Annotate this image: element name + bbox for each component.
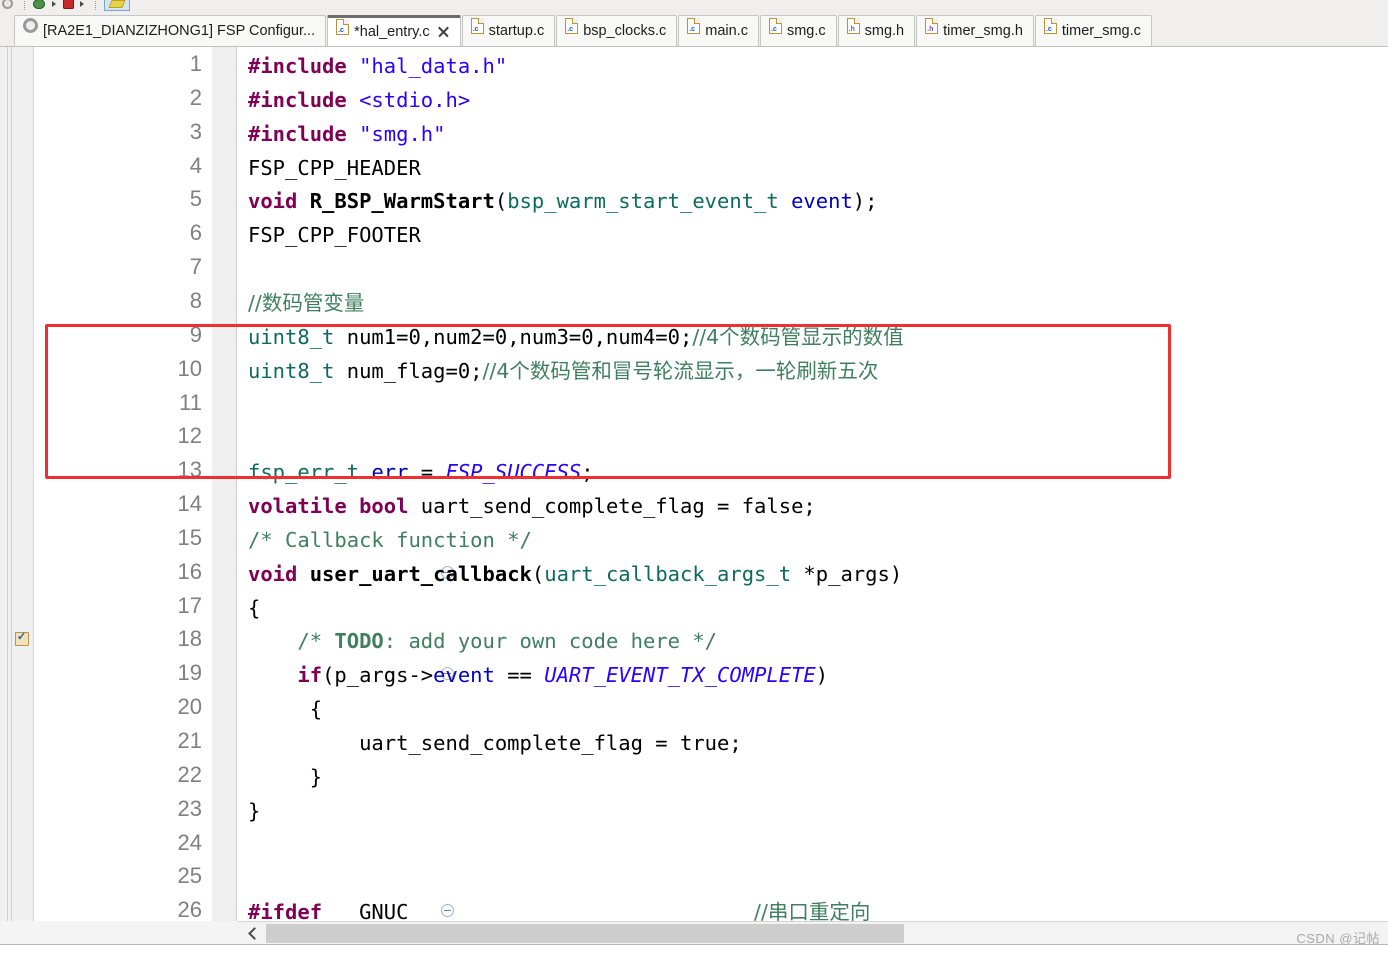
editor-tab-hal_entry.c[interactable]: *hal_entry.c [327,15,461,46]
code-line[interactable]: #include <stdio.h> [248,87,470,113]
line-number: 10 [177,355,202,381]
editor-tab-label: bsp_clocks.c [583,23,667,39]
code-line[interactable]: FSP_CPP_HEADER [248,155,421,181]
line-number: 26 [177,897,202,923]
line-number: 2 [189,84,202,110]
code-line[interactable]: #include "smg.h" [248,121,446,147]
line-number: 14 [177,491,202,517]
line-number: 7 [189,254,202,280]
code-line[interactable]: /* Callback function */ [248,527,532,553]
run-stop-icon[interactable] [62,0,74,10]
c-file-icon [336,17,350,45]
h-file-icon [846,15,860,45]
line-number: 16 [177,558,202,584]
editor-tab-label: [RA2E1_DIANZIZHONG1] FSP Configur... [43,23,316,39]
c-file-icon [565,15,579,45]
code-editor[interactable]: 1234567891011121314151617181920212223242… [0,46,1388,923]
highlight-pen-icon[interactable] [104,0,131,12]
code-line[interactable]: uint8_t num1=0,num2=0,num3=0,num4=0;//4个… [248,324,904,350]
code-line[interactable]: { [248,696,322,722]
line-number: 22 [177,761,202,787]
code-line[interactable]: #include "hal_data.h" [248,53,507,79]
c-file-icon [768,15,782,45]
code-folding-column[interactable] [212,47,454,921]
editor-tab-timer_smg.c[interactable]: timer_smg.c [1034,15,1152,46]
gear-icon [23,15,38,45]
line-number: 9 [189,321,202,347]
editor-tab-ra2e1_dianzizhong1fspconfigur...[interactable]: [RA2E1_DIANZIZHONG1] FSP Configur... [14,15,327,46]
editor-tab-bar: [RA2E1_DIANZIZHONG1] FSP Configur... *hal… [0,15,1388,46]
line-number: 19 [177,660,202,686]
editor-tab-bsp_clocks.c[interactable]: bsp_clocks.c [556,15,678,46]
code-line[interactable]: volatile bool uart_send_complete_flag = … [248,493,816,519]
code-line[interactable]: void user_uart_callback(uart_callback_ar… [248,561,902,587]
code-line[interactable]: fsp_err_t err = FSP_SUCCESS; [248,459,594,485]
line-number: 3 [189,118,202,144]
chevron-left-icon[interactable] [244,925,260,942]
gear-icon[interactable] [2,0,13,10]
line-number: 21 [177,728,202,753]
editor-tab-smg.h[interactable]: smg.h [837,15,916,46]
toolbar-separator [94,0,97,10]
line-number: 24 [177,829,202,855]
code-line[interactable]: uart_send_complete_flag = true; [248,730,742,756]
chevron-down-icon[interactable] [51,0,56,7]
line-number: 8 [189,287,202,313]
editor-tab-smg.c[interactable]: smg.c [759,15,837,46]
line-number: 25 [177,863,202,889]
line-number: 13 [177,457,202,483]
editor-tab-label: smg.h [864,23,905,39]
close-icon[interactable] [437,25,450,38]
editor-tab-label: *hal_entry.c [354,24,430,40]
toolbar-separator [23,0,26,10]
code-line[interactable]: if(p_args->event == UART_EVENT_TX_COMPLE… [248,662,828,688]
code-line[interactable]: FSP_CPP_FOOTER [248,222,421,248]
code-line[interactable]: #ifdef __GNUC__ //串口重定向 [248,899,870,921]
editor-tab-main.c[interactable]: main.c [678,15,759,46]
c-file-icon [687,15,701,45]
editor-tab-label: startup.c [488,23,545,39]
code-line[interactable]: /* TODO: add your own code here */ [248,628,717,654]
code-line[interactable]: { [248,595,260,621]
code-line[interactable]: } [248,764,322,790]
code-line[interactable]: //数码管变量 [248,290,364,316]
editor-tab-label: timer_smg.c [1061,23,1141,39]
annotation-ruler[interactable] [0,47,34,921]
editor-tab-timer_smg.h[interactable]: timer_smg.h [916,15,1034,46]
horizontal-scrollbar[interactable] [238,921,1388,944]
editor-tab-label: smg.c [786,23,826,39]
c-file-icon [1043,15,1057,45]
scrollbar-thumb[interactable] [266,924,904,943]
ide-window: [RA2E1_DIANZIZHONG1] FSP Configur... *hal… [0,0,1388,953]
line-number: 15 [177,524,202,550]
debug-bug-icon[interactable] [33,0,46,9]
code-text-area[interactable]: #include "hal_data.h" #include <stdio.h> #… [238,47,1388,921]
line-number: 6 [189,220,202,246]
code-line[interactable]: uint8_t num_flag=0;//4个数码管和冒号轮流显示，一轮刷新五次 [248,358,878,384]
line-number: 12 [177,423,202,449]
editor-tab-label: main.c [705,23,748,39]
line-number: 23 [177,795,202,821]
line-number: 17 [177,592,202,618]
line-number: 18 [177,626,202,652]
watermark: CSDN @记帖 [1296,931,1380,946]
todo-task-icon[interactable] [15,630,29,647]
line-number: 1 [189,51,202,76]
code-line[interactable]: void R_BSP_WarmStart(bsp_warm_start_even… [248,188,877,214]
line-number: 4 [189,152,202,178]
line-number: 11 [179,389,202,415]
editor-tab-startup.c[interactable]: startup.c [461,15,556,46]
line-number: 5 [189,186,202,212]
line-number: 20 [177,694,202,720]
toolbar [0,0,1388,15]
h-file-icon [925,15,939,45]
line-number-gutter: 1 2 3 4 5 6 7 8 9 10 11 12 13 14 15 16 17 18 19 20 21 22 23 24 2… [34,47,212,923]
editor-tab-label: timer_smg.h [943,23,1023,39]
c-file-icon [470,15,484,45]
tab-list: [RA2E1_DIANZIZHONG1] FSP Configur... *hal… [14,15,1153,46]
code-line[interactable]: } [248,798,260,824]
chevron-down-icon[interactable] [80,0,85,7]
window-bottom-edge [0,944,1388,953]
